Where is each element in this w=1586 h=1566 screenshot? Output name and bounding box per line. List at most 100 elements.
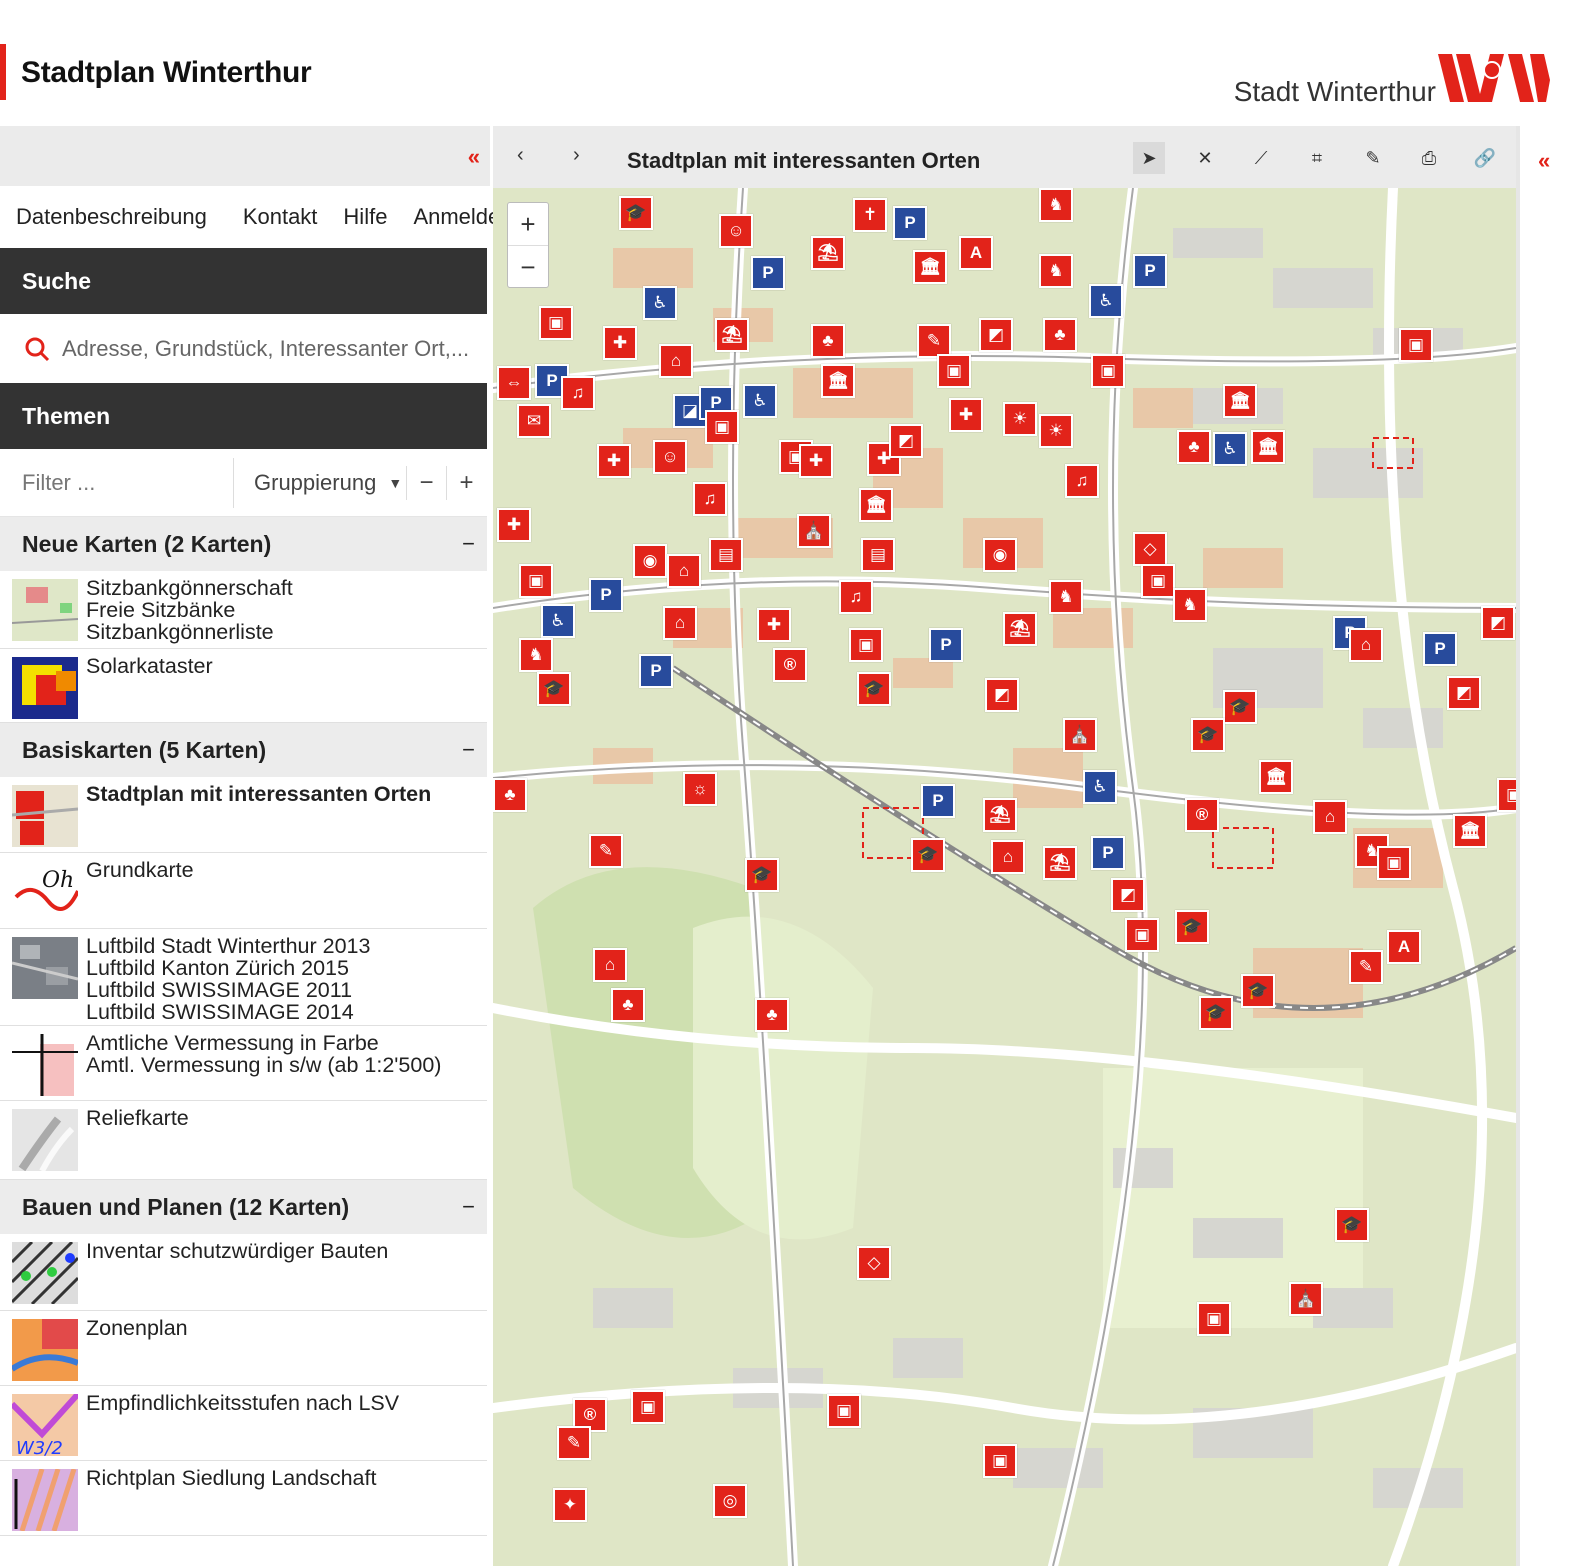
wheelchair-icon[interactable]: ♿: [541, 604, 575, 638]
accessible-parking-icon[interactable]: P: [929, 628, 963, 662]
parking-icon[interactable]: P: [921, 784, 955, 818]
measure-area-icon[interactable]: ⌗: [1301, 142, 1333, 174]
split-marker-icon[interactable]: ◩: [1447, 676, 1481, 710]
bus-icon[interactable]: ▣: [983, 1444, 1017, 1478]
parking-icon[interactable]: P: [751, 256, 785, 290]
layer-item[interactable]: Amtliche Vermessung in Farbe Amtl. Verme…: [0, 1026, 487, 1101]
winterthur-logo[interactable]: [1434, 50, 1552, 106]
theater-icon[interactable]: ☺: [719, 214, 753, 248]
bus-icon[interactable]: ▣: [849, 628, 883, 662]
kite-icon[interactable]: ◇: [857, 1246, 891, 1280]
accessible-parking-icon[interactable]: ♿: [1089, 284, 1123, 318]
split-marker-icon[interactable]: ◩: [979, 318, 1013, 352]
zoom-out-button[interactable]: −: [508, 245, 548, 287]
bus-icon[interactable]: ▣: [519, 564, 553, 598]
wheelchair-icon[interactable]: ♿: [743, 384, 777, 418]
museum-icon[interactable]: 🏛: [1259, 760, 1293, 794]
recycling-icon[interactable]: ®: [1185, 798, 1219, 832]
playground-icon[interactable]: ♞: [1039, 254, 1073, 288]
layer-item[interactable]: Solarkataster: [0, 649, 487, 723]
bus-icon[interactable]: ▣: [539, 306, 573, 340]
school-icon[interactable]: 🎓: [1335, 1208, 1369, 1242]
group-header-basiskarten[interactable]: Basiskarten (5 Karten) −: [0, 723, 487, 777]
bus-icon[interactable]: ▣: [937, 354, 971, 388]
playground-icon[interactable]: ⛱: [715, 318, 749, 352]
grouping-dropdown[interactable]: Gruppierung ▼: [234, 470, 406, 496]
hospital-icon[interactable]: ✚: [949, 398, 983, 432]
split-marker-icon[interactable]: ◩: [985, 678, 1019, 712]
theater-icon[interactable]: ☺: [653, 440, 687, 474]
close-icon[interactable]: ✕: [1189, 142, 1221, 174]
measure-line-icon[interactable]: ⟋: [1245, 142, 1277, 174]
kindergarten-icon[interactable]: A: [1387, 930, 1421, 964]
bus-icon[interactable]: ▣: [1141, 564, 1175, 598]
layer-item[interactable]: Sitzbankgönnerschaft Freie Sitzbänke Sit…: [0, 571, 487, 649]
school-icon[interactable]: 🎓: [745, 858, 779, 892]
layer-item[interactable]: Zonenplan: [0, 1311, 487, 1386]
playground-icon[interactable]: ♞: [1173, 588, 1207, 622]
layer-item[interactable]: Reliefkarte: [0, 1101, 487, 1180]
layer-item[interactable]: Oh Grundkarte: [0, 853, 487, 929]
accessible-parking-icon[interactable]: P: [1423, 632, 1457, 666]
bus-icon[interactable]: ▣: [1091, 354, 1125, 388]
church-icon[interactable]: ✝: [853, 198, 887, 232]
school-icon[interactable]: 🎓: [1199, 996, 1233, 1030]
park-icon[interactable]: ♣: [1043, 318, 1077, 352]
youth-center-icon[interactable]: ⌂: [667, 554, 701, 588]
parking-icon[interactable]: P: [1133, 254, 1167, 288]
group-collapse-toggle[interactable]: −: [462, 737, 475, 763]
layer-item[interactable]: Inventar schutzwürdiger Bauten: [0, 1234, 487, 1311]
layer-item[interactable]: Richtplan Siedlung Landschaft: [0, 1461, 487, 1536]
group-collapse-toggle[interactable]: −: [462, 1194, 475, 1220]
hospital-icon[interactable]: ✚: [597, 444, 631, 478]
accessible-parking-icon[interactable]: P: [639, 654, 673, 688]
draw-icon[interactable]: ✎: [1357, 142, 1389, 174]
playground-icon[interactable]: ⛱: [983, 798, 1017, 832]
chevron-left-icon[interactable]: ‹: [517, 144, 524, 167]
bus-icon[interactable]: ▣: [827, 1394, 861, 1428]
bus-icon[interactable]: ▣: [1497, 778, 1516, 812]
police-icon[interactable]: ☀: [1039, 414, 1073, 448]
pointer-icon[interactable]: ➤: [1133, 142, 1165, 174]
nav-hilfe[interactable]: Hilfe: [343, 204, 387, 230]
park-icon[interactable]: ♣: [493, 778, 527, 812]
wheelchair-icon[interactable]: ♿: [1213, 432, 1247, 466]
nav-datenbeschreibung[interactable]: Datenbeschreibung: [16, 204, 207, 230]
print-icon[interactable]: ⎙: [1413, 142, 1445, 174]
accessible-parking-icon[interactable]: P: [589, 578, 623, 612]
bus-icon[interactable]: ▣: [1125, 918, 1159, 952]
bus-icon[interactable]: ▣: [1377, 846, 1411, 880]
church-icon[interactable]: ⛪: [1063, 718, 1097, 752]
cinema-icon[interactable]: ◉: [983, 538, 1017, 572]
kindergarten-icon[interactable]: A: [959, 236, 993, 270]
expand-all-button[interactable]: +: [446, 465, 486, 500]
church-icon[interactable]: ⛪: [797, 514, 831, 548]
hotel-icon[interactable]: ⌂: [659, 344, 693, 378]
layer-item-active[interactable]: Stadtplan mit interessanten Orten: [0, 777, 487, 853]
museum-icon[interactable]: 🏛: [1251, 430, 1285, 464]
accessible-parking-icon[interactable]: ♿: [643, 286, 677, 320]
filter-input[interactable]: Filter ...: [0, 457, 234, 508]
brand-name[interactable]: Stadt Winterthur: [1234, 76, 1436, 108]
hospital-icon[interactable]: ✚: [603, 326, 637, 360]
playground-icon[interactable]: ♞: [1039, 188, 1073, 222]
museum-icon[interactable]: 🏛: [859, 488, 893, 522]
school-icon[interactable]: 🎓: [911, 838, 945, 872]
playground-icon[interactable]: ⛱: [811, 236, 845, 270]
group-collapse-toggle[interactable]: −: [462, 531, 475, 557]
youth-center-icon[interactable]: ⌂: [663, 606, 697, 640]
target-icon[interactable]: ◎: [713, 1484, 747, 1518]
draw-icon[interactable]: ✎: [557, 1426, 591, 1460]
bus-icon[interactable]: ▣: [705, 410, 739, 444]
cinema-icon[interactable]: ◉: [633, 544, 667, 578]
library-icon[interactable]: ▤: [861, 538, 895, 572]
double-chevron-left-icon[interactable]: «: [468, 144, 480, 170]
themes-heading[interactable]: Themen: [0, 383, 487, 449]
bus-icon[interactable]: ▣: [1197, 1302, 1231, 1336]
search-input[interactable]: Adresse, Grundstück, Interessanter Ort,.…: [62, 336, 469, 362]
bus-icon[interactable]: ▣: [631, 1390, 665, 1424]
zoom-in-button[interactable]: +: [508, 203, 548, 245]
museum-icon[interactable]: 🏛: [821, 364, 855, 398]
park-icon[interactable]: ♣: [755, 998, 789, 1032]
link-icon[interactable]: 🔗: [1469, 142, 1501, 174]
